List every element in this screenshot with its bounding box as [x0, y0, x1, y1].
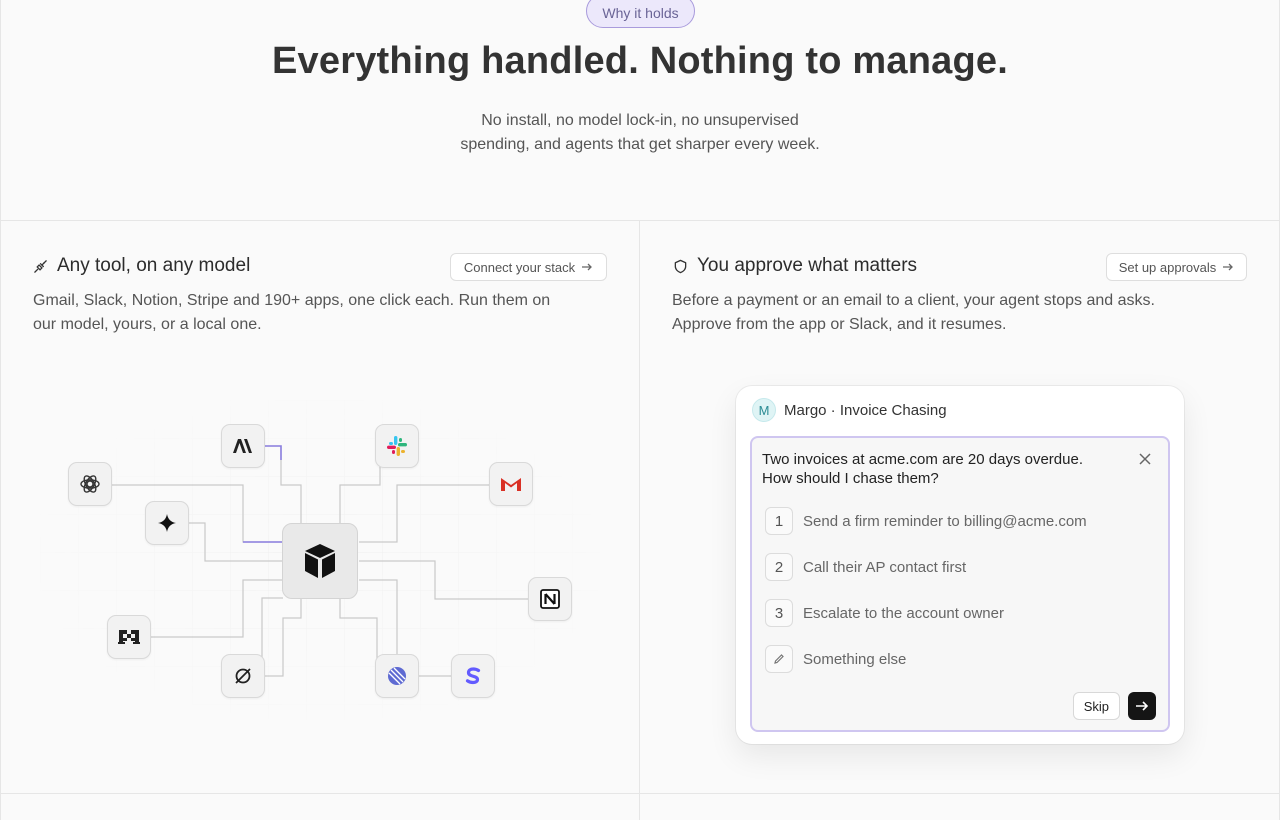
skip-button[interactable]: Skip	[1072, 692, 1120, 720]
option-label: Call their AP contact first	[803, 558, 967, 576]
divider-bottom	[0, 793, 1280, 794]
question-line-2: How should I chase them?	[762, 470, 939, 487]
approval-header: M Margo · Invoice Chasing	[752, 398, 947, 422]
question-line-1: Two invoices at acme.com are 20 days ove…	[762, 451, 1083, 468]
option-number: 2	[765, 553, 793, 581]
gemini-icon	[158, 514, 176, 532]
box-logo-icon	[305, 544, 335, 578]
hub-node	[282, 523, 358, 599]
option-2[interactable]: 2 Call their AP contact first	[765, 553, 966, 581]
integrations-diagram	[40, 400, 600, 720]
page-subtitle: No install, no model lock-in, no unsuper…	[0, 109, 1280, 157]
left-card-description: Gmail, Slack, Notion, Stripe and 190+ ap…	[33, 289, 623, 337]
anthropic-icon	[233, 439, 252, 453]
shield-icon	[674, 259, 687, 273]
submit-button[interactable]	[1128, 692, 1156, 720]
close-icon[interactable]	[1136, 450, 1154, 468]
connect-stack-label: Connect your stack	[463, 259, 576, 275]
linear-node[interactable]	[375, 654, 419, 698]
left-card-heading: Any tool, on any model	[57, 255, 251, 276]
arrow-right-icon	[1136, 701, 1149, 711]
avatar: M	[752, 398, 776, 422]
gmail-icon	[501, 478, 521, 491]
option-number: 3	[765, 599, 793, 627]
connect-stack-button[interactable]: Connect your stack	[450, 253, 607, 281]
option-label: Escalate to the account owner	[803, 604, 1004, 622]
notion-node[interactable]	[528, 577, 572, 621]
option-number: 1	[765, 507, 793, 535]
ollama-node[interactable]	[221, 654, 265, 698]
section-badge: Why it holds	[586, 0, 695, 28]
setup-approvals-button[interactable]: Set up approvals	[1106, 253, 1247, 281]
openai-icon	[80, 475, 100, 493]
plug-icon	[34, 259, 47, 273]
right-card-heading: You approve what matters	[697, 255, 918, 276]
option-1[interactable]: 1 Send a firm reminder to billing@acme.c…	[765, 507, 1087, 535]
approval-question: Two invoices at acme.com are 20 days ove…	[762, 450, 1122, 488]
arrow-right-icon	[1223, 263, 1234, 271]
agent-name: Margo · Invoice Chasing	[784, 401, 947, 419]
left-desc-line-2: our model, yours, or a local one.	[33, 316, 262, 333]
left-desc-line-1: Gmail, Slack, Notion, Stripe and 190+ ap…	[33, 292, 551, 309]
mistral-icon	[118, 630, 140, 644]
pencil-icon	[774, 654, 784, 664]
setup-approvals-label: Set up approvals	[1118, 259, 1217, 275]
gmail-node[interactable]	[489, 462, 533, 506]
divider-middle	[639, 220, 640, 820]
slack-node[interactable]	[375, 424, 419, 468]
subtitle-line-1: No install, no model lock-in, no unsuper…	[481, 112, 799, 129]
linear-icon	[388, 667, 406, 685]
option-label: Send a firm reminder to billing@acme.com	[803, 512, 1087, 530]
notion-icon	[540, 589, 560, 609]
right-desc-line-2: Approve from the app or Slack, and it re…	[672, 316, 1007, 333]
divider-top	[0, 220, 1280, 221]
ollama-icon	[235, 668, 251, 684]
subtitle-line-2: spending, and agents that get sharper ev…	[460, 136, 820, 153]
page-title: Everything handled. Nothing to manage.	[272, 40, 1008, 82]
arrow-right-icon	[582, 263, 593, 271]
right-card-description: Before a payment or an email to a client…	[672, 289, 1262, 337]
anthropic-node[interactable]	[221, 424, 265, 468]
option-label: Something else	[803, 650, 907, 668]
approval-card: M Margo · Invoice Chasing Two invoices a…	[736, 386, 1184, 744]
left-card-title: Any tool, on any model	[33, 255, 250, 277]
option-number	[765, 645, 793, 673]
right-card-title: You approve what matters	[673, 255, 917, 277]
stripe-node[interactable]	[451, 654, 495, 698]
openai-node[interactable]	[68, 462, 112, 506]
option-something-else[interactable]: Something else	[765, 645, 906, 673]
approval-prompt: Two invoices at acme.com are 20 days ove…	[750, 436, 1170, 732]
slack-icon	[387, 436, 407, 456]
option-3[interactable]: 3 Escalate to the account owner	[765, 599, 1004, 627]
right-desc-line-1: Before a payment or an email to a client…	[672, 292, 1155, 309]
gemini-node[interactable]	[145, 501, 189, 545]
stripe-icon	[465, 667, 481, 685]
mistral-node[interactable]	[107, 615, 151, 659]
